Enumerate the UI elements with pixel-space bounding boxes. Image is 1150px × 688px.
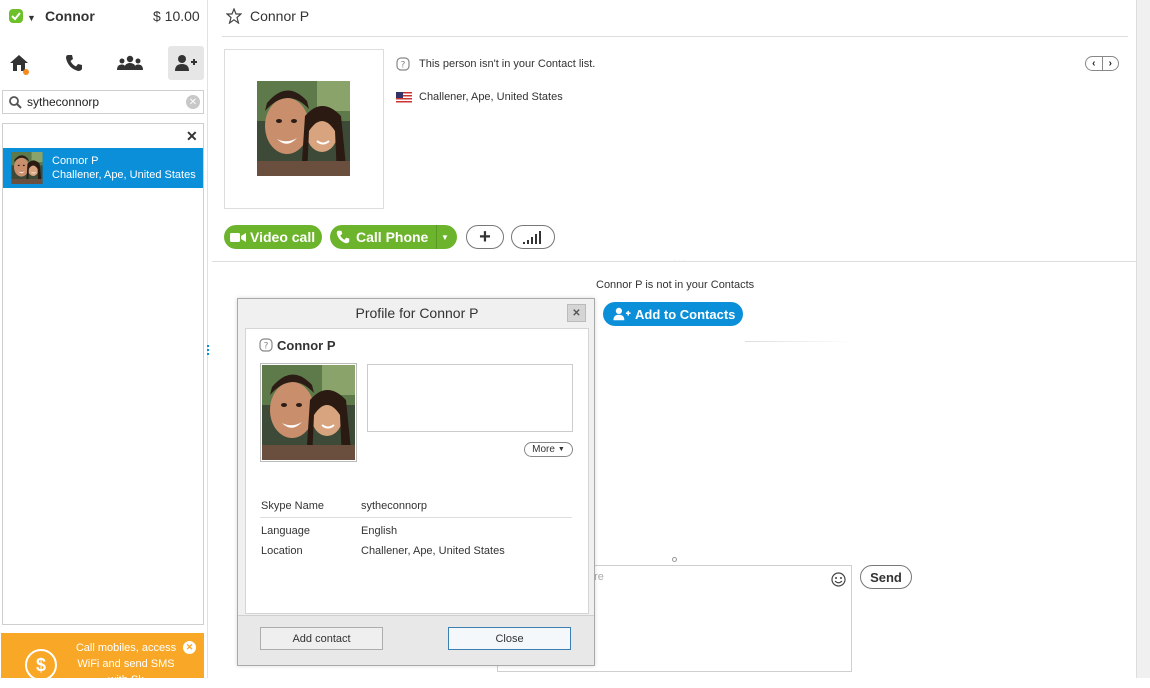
video-call-label: Video call xyxy=(250,229,316,245)
divider xyxy=(745,341,855,342)
not-in-contacts-text: Connor P is not in your Contacts xyxy=(596,279,755,291)
more-button[interactable]: More ▼ xyxy=(524,442,573,457)
credit-coin-icon: $ xyxy=(25,649,57,681)
svg-text:?: ? xyxy=(264,342,269,352)
chevron-down-icon: ▼ xyxy=(557,446,565,453)
call-icon xyxy=(66,55,82,71)
chevron-left-icon[interactable]: ‹ xyxy=(1086,57,1102,70)
close-dialog-icon[interactable]: ✕ xyxy=(567,304,586,322)
profile-picture[interactable] xyxy=(257,81,350,176)
add-participant-button[interactable]: + xyxy=(466,225,504,249)
chevron-right-icon[interactable]: › xyxy=(1101,57,1119,70)
scrollbar[interactable] xyxy=(1136,0,1150,678)
promo-banner[interactable]: $ Call mobiles, access WiFi and send SMS… xyxy=(1,633,204,686)
language-value: English xyxy=(361,525,398,537)
divider xyxy=(212,261,1136,262)
call-quality-button[interactable] xyxy=(511,225,555,249)
divider xyxy=(260,517,572,518)
user-name[interactable]: Connor xyxy=(45,8,95,24)
clear-search-icon[interactable]: ✕ xyxy=(186,95,200,109)
avatar xyxy=(262,365,355,460)
skype-name-label: Skype Name xyxy=(261,500,324,512)
divider xyxy=(222,36,1128,37)
profile-dialog: Profile for Connor P ✕ ? Connor P More ▼… xyxy=(237,298,595,666)
list-item[interactable]: Connor P Challener, Ape, United States xyxy=(3,148,203,188)
search-icon xyxy=(9,96,22,109)
divider xyxy=(436,225,437,249)
notification-dot xyxy=(23,69,29,75)
result-name: Connor P xyxy=(52,155,99,167)
favorite-star-icon[interactable] xyxy=(226,8,242,24)
unknown-contact-icon: ? xyxy=(396,57,410,71)
call-phone-button[interactable]: Call Phone ▼ xyxy=(330,225,457,249)
search-box: ✕ xyxy=(2,90,204,114)
close-button[interactable]: Close xyxy=(448,627,571,650)
sidebar: ▼ Connor $ 10.00 ✕ ✕ Connor P Challener,… xyxy=(0,0,208,686)
svg-text:?: ? xyxy=(401,61,406,71)
nav-calls-button[interactable] xyxy=(56,46,92,80)
promo-text: Call mobiles, access WiFi and send SMS w… xyxy=(75,642,177,686)
credit-balance[interactable]: $ 10.00 xyxy=(153,8,200,24)
avatar xyxy=(11,152,43,184)
dialog-contact-name: Connor P xyxy=(277,338,336,353)
close-promo-icon[interactable]: ✕ xyxy=(183,641,196,654)
mood-message-box xyxy=(367,364,573,432)
skype-name-value: sytheconnorp xyxy=(361,500,428,512)
video-camera-icon xyxy=(230,232,246,242)
dialog-title: Profile for Connor P xyxy=(355,305,479,321)
location-value: Challener, Ape, United States xyxy=(361,545,505,557)
add-contact-icon xyxy=(613,307,631,321)
contacts-icon xyxy=(117,55,143,70)
add-contact-button[interactable]: Add contact xyxy=(260,627,383,650)
nav-contacts-button[interactable] xyxy=(112,46,148,80)
us-flag-icon xyxy=(396,92,412,103)
compose-handle[interactable] xyxy=(672,557,677,562)
phone-icon xyxy=(336,230,350,244)
presence-status-icon[interactable] xyxy=(9,9,23,23)
nav-home-button[interactable] xyxy=(1,46,37,80)
more-label: More xyxy=(532,444,555,455)
avatar-frame xyxy=(260,363,357,462)
chevron-down-icon[interactable]: ▼ xyxy=(441,233,449,242)
add-contact-icon xyxy=(175,55,197,71)
call-phone-label: Call Phone xyxy=(356,229,429,245)
location-label: Location xyxy=(261,545,303,557)
unknown-contact-icon: ? xyxy=(259,338,273,352)
signal-bars-icon xyxy=(523,230,541,244)
emoticon-icon[interactable] xyxy=(831,572,846,587)
contact-title: Connor P xyxy=(250,8,310,24)
nav-add-contact-button[interactable] xyxy=(168,46,204,80)
not-in-contact-list-text: This person isn't in your Contact list. xyxy=(419,58,596,70)
search-results: ✕ Connor P Challener, Ape, United States xyxy=(2,123,204,625)
add-to-contacts-button[interactable]: Add to Contacts xyxy=(603,302,743,326)
contact-location: Challener, Ape, United States xyxy=(419,91,563,103)
chevron-down-icon[interactable]: ▼ xyxy=(27,13,36,23)
video-call-button[interactable]: Video call xyxy=(224,225,322,249)
dialog-body: ? Connor P More ▼ Skype Name sytheconnor… xyxy=(245,328,589,614)
add-to-contacts-label: Add to Contacts xyxy=(635,306,736,322)
sidebar-splitter[interactable] xyxy=(207,345,210,359)
search-input[interactable] xyxy=(27,93,177,111)
result-location: Challener, Ape, United States xyxy=(52,169,196,181)
plus-icon: + xyxy=(479,225,491,248)
send-button[interactable]: Send xyxy=(860,565,912,589)
dialog-footer: Add contact Close xyxy=(238,615,594,665)
close-results-icon[interactable]: ✕ xyxy=(186,128,198,145)
language-label: Language xyxy=(261,525,310,537)
profile-pager: ‹ › xyxy=(1085,56,1119,71)
